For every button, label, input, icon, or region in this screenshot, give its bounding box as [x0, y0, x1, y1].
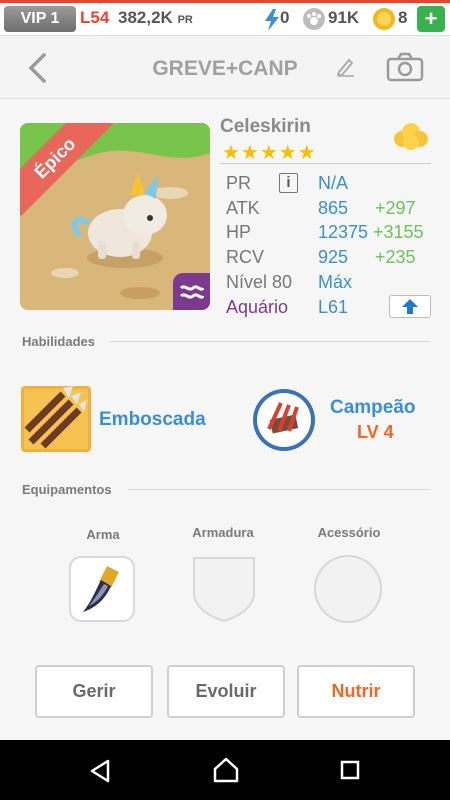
android-nav-bar	[0, 740, 450, 800]
shield-icon	[193, 557, 255, 623]
claw-leader-icon	[253, 389, 315, 451]
equipment-divider	[128, 489, 430, 490]
armor-slot[interactable]	[190, 555, 258, 623]
player-level: L54	[80, 8, 110, 27]
equipment-heading: Equipamentos	[22, 482, 112, 497]
nav-recents-icon[interactable]	[340, 760, 360, 780]
aquarium-label: Aquário	[226, 297, 289, 317]
info-icon[interactable]: i	[279, 173, 298, 193]
leader-skill-name[interactable]: Campeão	[330, 397, 416, 419]
accessory-slot[interactable]	[314, 555, 382, 623]
add-coins-button[interactable]: +	[417, 6, 445, 32]
energy-icon	[265, 9, 279, 31]
nav-back-icon[interactable]	[88, 759, 112, 783]
water-element-icon	[179, 285, 205, 299]
power-value: 382,2K	[118, 8, 173, 27]
feed-button[interactable]: Nutrir	[297, 665, 415, 718]
top-accent-line	[0, 0, 450, 3]
arrow-up-icon	[402, 299, 418, 314]
claw-weapon-icon	[83, 566, 119, 612]
pet-portrait[interactable]: Épico	[20, 123, 210, 310]
food-icon	[394, 123, 428, 150]
stat-label-rcv: RCV	[226, 247, 265, 267]
energy-count: 0	[280, 8, 290, 27]
stat-label-level: Nível 80	[226, 272, 293, 292]
arrows-skill-icon	[21, 386, 91, 452]
power-unit: PR	[177, 14, 193, 26]
name-divider	[220, 163, 431, 164]
stat-label-atk: ATK	[226, 198, 260, 218]
vip-badge[interactable]: VIP 1	[4, 6, 76, 32]
skill-icon-button[interactable]	[21, 386, 91, 452]
slot-label-weapon: Arma	[86, 527, 120, 542]
stat-value-level: Máx	[318, 272, 353, 292]
pet-name: Celeskirin	[220, 116, 311, 137]
weapon-slot[interactable]	[69, 556, 135, 622]
camera-icon[interactable]	[386, 52, 424, 82]
manage-button[interactable]: Gerir	[35, 665, 153, 718]
page-title: GREVE+CANP	[152, 57, 298, 80]
stat-value-pr: N/A	[318, 173, 349, 193]
coin-icon	[373, 8, 395, 30]
stat-bonus-atk: +297	[375, 198, 416, 218]
evolve-button[interactable]: Evoluir	[167, 665, 285, 718]
leader-skill-level: LV 4	[357, 422, 394, 442]
coin-count: 8	[398, 8, 408, 27]
paw-count: 91K	[328, 8, 360, 27]
aquarium-level: L61	[318, 297, 349, 317]
stat-label-pr: PR	[226, 173, 252, 193]
stat-bonus-hp: +3155	[373, 222, 424, 242]
abilities-heading: Habilidades	[22, 334, 95, 349]
paw-icon	[303, 8, 325, 30]
stat-label-hp: HP	[226, 222, 252, 242]
header: GREVE+CANP	[0, 37, 450, 99]
status-bar: VIP 1 L54 382,2K PR 0 91K 8 +	[0, 0, 450, 36]
player-power: 382,2K PR	[118, 8, 193, 28]
edit-icon[interactable]	[336, 57, 356, 77]
stat-value-rcv: 925	[318, 247, 349, 267]
stat-value-atk: 865	[318, 198, 349, 218]
stat-value-hp: 12375	[318, 222, 369, 242]
slot-label-armor: Armadura	[192, 525, 254, 540]
stat-bonus-rcv: +235	[375, 247, 416, 267]
abilities-divider	[110, 341, 430, 342]
skill-name[interactable]: Emboscada	[99, 409, 206, 431]
leader-skill-button[interactable]	[251, 387, 317, 453]
star-rating: ★★★★★	[222, 142, 317, 164]
element-badge	[173, 273, 210, 310]
nav-home-icon[interactable]	[212, 757, 240, 783]
upgrade-aquarium-button[interactable]	[389, 295, 431, 318]
slot-label-accessory: Acessório	[317, 525, 381, 540]
